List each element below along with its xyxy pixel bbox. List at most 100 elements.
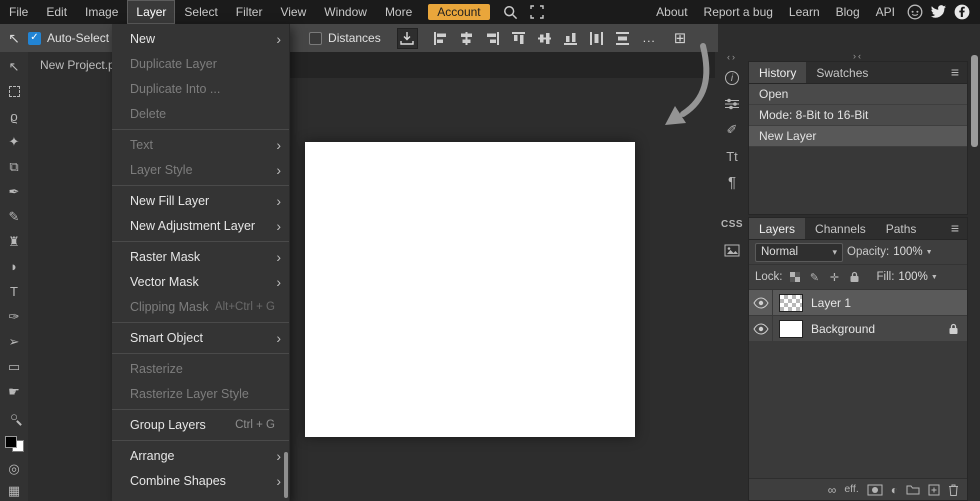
menu-item[interactable]: Group Layers Ctrl + G › xyxy=(112,412,289,437)
panel-tab[interactable]: Layers xyxy=(749,218,805,239)
menu-item[interactable]: Arrange › xyxy=(112,443,289,468)
menubar-item[interactable]: Image xyxy=(76,0,127,24)
menubar-item[interactable]: Window xyxy=(315,0,376,24)
collapse-panels-icon[interactable]: ›‹ xyxy=(748,52,968,61)
tool-button[interactable]: ☛ xyxy=(1,379,27,404)
tool-button[interactable]: ✑ xyxy=(1,304,27,329)
align-left-button[interactable] xyxy=(432,30,449,47)
menu-item[interactable]: Duplicate Layer › xyxy=(112,51,289,76)
menu-item[interactable]: New Fill Layer › xyxy=(112,188,289,213)
page-scrollbar[interactable] xyxy=(971,55,978,147)
tool-button[interactable]: ▭ xyxy=(1,354,27,379)
history-step[interactable]: Mode: 8-Bit to 16-Bit xyxy=(749,105,967,126)
lock-pixels-button[interactable]: ✎ xyxy=(807,269,823,285)
visibility-eye-icon[interactable] xyxy=(749,316,773,341)
menubar-link[interactable]: API xyxy=(868,0,903,24)
twitter-icon[interactable] xyxy=(930,5,947,19)
character-panel-button[interactable]: Tt xyxy=(717,143,747,169)
tool-button[interactable]: T xyxy=(1,279,27,304)
history-step[interactable]: New Layer xyxy=(749,126,967,147)
menu-item[interactable]: Rasterize Layer Style › xyxy=(112,381,289,406)
align-top-button[interactable] xyxy=(510,30,527,47)
lock-transparency-button[interactable] xyxy=(787,269,803,285)
tool-button[interactable] xyxy=(1,79,27,104)
menubar-item[interactable]: Select xyxy=(175,0,226,24)
menu-item[interactable]: Vector Mask › xyxy=(112,269,289,294)
menu-item[interactable]: Delete › xyxy=(112,101,289,126)
auto-select-checkbox[interactable]: ✓ xyxy=(28,32,41,45)
menubar-item[interactable]: Layer xyxy=(127,0,175,24)
layer-effects-button[interactable]: eff. xyxy=(844,484,858,495)
distribute-h-button[interactable] xyxy=(588,30,605,47)
history-step[interactable]: Open xyxy=(749,84,967,105)
menubar-item[interactable]: More xyxy=(376,0,421,24)
place-image-button[interactable] xyxy=(397,28,418,49)
css-panel-button[interactable]: CSS xyxy=(717,211,747,237)
new-layer-button[interactable] xyxy=(928,484,940,496)
menu-item[interactable]: Duplicate Into ... › xyxy=(112,76,289,101)
panel-tab[interactable]: Channels xyxy=(805,218,876,239)
delete-layer-button[interactable] xyxy=(948,484,959,496)
panel-tab[interactable]: Paths xyxy=(876,218,927,239)
menubar-item[interactable]: Filter xyxy=(227,0,272,24)
search-icon[interactable] xyxy=(497,0,524,24)
account-button[interactable]: Account xyxy=(428,4,489,20)
paragraph-panel-button[interactable]: ¶ xyxy=(717,169,747,195)
add-adjustment-button[interactable]: ◐ xyxy=(891,484,898,496)
link-layers-icon[interactable]: ∞ xyxy=(828,484,837,496)
menubar-link[interactable]: Report a bug xyxy=(696,0,781,24)
tool-button[interactable]: ✦ xyxy=(1,129,27,154)
fullscreen-icon[interactable] xyxy=(524,0,550,24)
menubar-item[interactable]: Edit xyxy=(37,0,76,24)
distribute-v-button[interactable] xyxy=(614,30,631,47)
menu-item[interactable]: Raster Mask › xyxy=(112,244,289,269)
menu-item[interactable]: Text › xyxy=(112,132,289,157)
reddit-icon[interactable] xyxy=(907,4,923,20)
menubar-link[interactable]: Learn xyxy=(781,0,828,24)
image-panel-button[interactable] xyxy=(717,237,747,263)
menu-scrollbar[interactable] xyxy=(284,452,288,498)
panel-menu-icon[interactable]: ≡ xyxy=(943,218,967,239)
menu-item[interactable]: New › xyxy=(112,26,289,51)
tool-button[interactable]: ↖ xyxy=(1,54,27,79)
tool-button[interactable]: ➢ xyxy=(1,329,27,354)
layer-thumbnail[interactable] xyxy=(779,294,803,312)
menu-item[interactable]: Clipping Mask Alt+Ctrl + G › xyxy=(112,294,289,319)
menubar-item[interactable]: View xyxy=(271,0,315,24)
menubar-link[interactable]: About xyxy=(648,0,695,24)
layer-row-layer1[interactable]: Layer 1 xyxy=(749,290,967,316)
align-bottom-button[interactable] xyxy=(562,30,579,47)
document-canvas[interactable] xyxy=(305,142,635,437)
blend-mode-select[interactable]: Normal ▾ xyxy=(755,243,843,262)
tool-button[interactable]: ⧉ xyxy=(1,154,27,179)
screen-mode-button[interactable]: ▦ xyxy=(1,480,27,501)
align-right-button[interactable] xyxy=(484,30,501,47)
tool-button[interactable]: ϱ xyxy=(1,104,27,129)
panel-tab[interactable]: History xyxy=(749,62,806,83)
layer-thumbnail[interactable] xyxy=(779,320,803,338)
tool-button[interactable]: ✎ xyxy=(1,204,27,229)
align-center-h-button[interactable] xyxy=(458,30,475,47)
visibility-eye-icon[interactable] xyxy=(749,290,773,315)
menubar-link[interactable]: Blog xyxy=(828,0,868,24)
color-swatches[interactable] xyxy=(5,436,24,452)
add-mask-button[interactable] xyxy=(867,484,883,496)
foreground-color-swatch[interactable] xyxy=(5,436,17,448)
align-middle-button[interactable] xyxy=(536,30,553,47)
tool-button[interactable]: ♜ xyxy=(1,229,27,254)
menubar-item[interactable]: File xyxy=(0,0,37,24)
layer-row-background[interactable]: Background xyxy=(749,316,967,342)
quick-mask-button[interactable]: ◎ xyxy=(1,458,27,479)
collapse-rail-icon[interactable]: ‹› xyxy=(727,52,737,65)
panel-tab[interactable]: Swatches xyxy=(806,62,878,83)
fill-dropdown[interactable]: 100% ▼ xyxy=(898,271,937,283)
tool-button[interactable]: ◗ xyxy=(1,254,27,279)
menu-item[interactable]: Smart Object › xyxy=(112,325,289,350)
tool-button[interactable]: ✒ xyxy=(1,179,27,204)
opacity-dropdown[interactable]: 100% ▼ xyxy=(893,246,932,258)
menu-item[interactable]: Combine Shapes › xyxy=(112,468,289,493)
lock-all-button[interactable] xyxy=(847,269,863,285)
new-folder-button[interactable] xyxy=(906,484,920,495)
tool-button[interactable]: ○ xyxy=(1,404,27,429)
distances-checkbox[interactable] xyxy=(309,32,322,45)
